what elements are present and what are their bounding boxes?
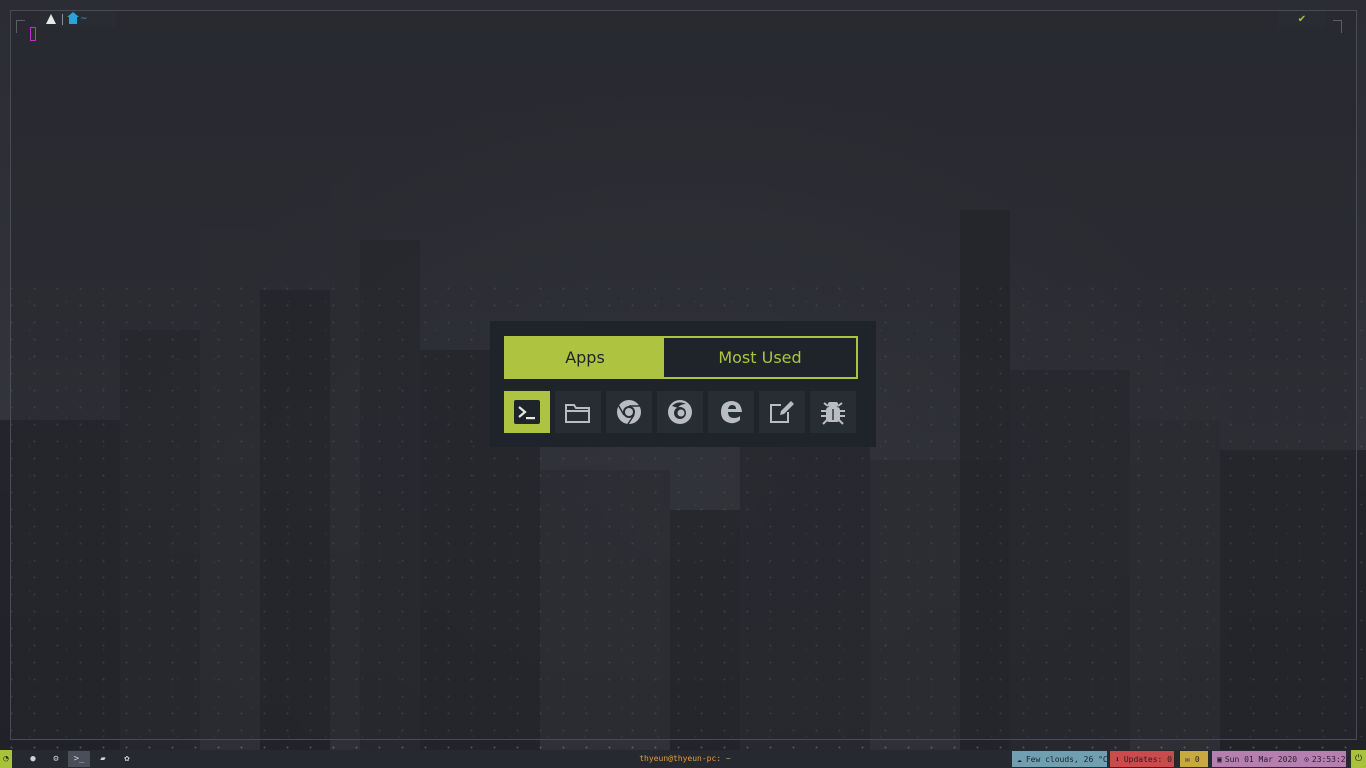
browser-icon: ● bbox=[30, 754, 36, 764]
menu-button[interactable]: ◔ bbox=[0, 750, 12, 768]
window-corner-top-left bbox=[16, 20, 25, 33]
app-debugger[interactable] bbox=[810, 391, 856, 433]
app-edge[interactable] bbox=[708, 391, 754, 433]
arch-linux-icon bbox=[46, 14, 56, 24]
terminal-launcher[interactable]: >_ bbox=[68, 751, 90, 767]
cloud-icon: ☁ bbox=[1017, 754, 1022, 764]
window-corner-top-right bbox=[1333, 20, 1342, 33]
updates-widget[interactable]: ⬇ Updates: 0 bbox=[1110, 751, 1174, 767]
settings-launcher[interactable]: ⚙ bbox=[45, 751, 67, 767]
power-icon: ⏻ bbox=[1354, 754, 1363, 764]
text-editor-icon bbox=[770, 401, 794, 423]
tab-most-used[interactable]: Most Used bbox=[664, 338, 856, 377]
current-directory: ~ bbox=[67, 11, 88, 24]
bug-icon bbox=[821, 402, 845, 425]
folder-icon bbox=[565, 404, 590, 423]
mail-count: 0 bbox=[1194, 754, 1200, 764]
weather-widget[interactable]: ☁ Few clouds, 26 °C bbox=[1012, 751, 1108, 767]
paw-icon: ✿ bbox=[124, 754, 130, 764]
terminal-icon: >_ bbox=[73, 754, 85, 764]
status-indicator[interactable]: ✔ bbox=[1278, 11, 1326, 27]
separator bbox=[62, 13, 63, 25]
browser-launcher[interactable]: ● bbox=[22, 751, 44, 767]
mail-icon: ✉ bbox=[1185, 754, 1190, 764]
chrome-icon bbox=[617, 400, 641, 425]
tab-apps[interactable]: Apps bbox=[506, 338, 664, 377]
home-icon bbox=[67, 11, 79, 24]
menu-icon: ◔ bbox=[3, 754, 9, 764]
firefox-icon bbox=[668, 400, 692, 424]
app-launcher: Apps Most Used bbox=[490, 321, 876, 447]
app-file-manager[interactable] bbox=[555, 391, 601, 433]
terminal-icon bbox=[514, 400, 540, 424]
app-text-editor[interactable] bbox=[759, 391, 805, 433]
mail-widget[interactable]: ✉ 0 bbox=[1180, 751, 1208, 767]
clock-icon: ⊙ bbox=[1304, 754, 1309, 764]
power-button[interactable]: ⏻ bbox=[1351, 750, 1366, 768]
terminal-cursor bbox=[30, 27, 36, 41]
check-icon: ✔ bbox=[1297, 13, 1307, 25]
edge-icon bbox=[721, 401, 742, 424]
files-launcher[interactable]: ▰ bbox=[92, 751, 114, 767]
download-icon: ⬇ bbox=[1115, 754, 1120, 764]
paw-launcher[interactable]: ✿ bbox=[116, 751, 138, 767]
calendar-icon: ▣ bbox=[1217, 754, 1222, 764]
mode-switcher: Apps Most Used bbox=[504, 336, 858, 379]
folder-icon: ▰ bbox=[100, 754, 106, 764]
weather-text: Few clouds, 26 °C bbox=[1025, 754, 1108, 764]
bottom-panel: ◔ ● ⚙ >_ ▰ ✿ thyeun@thyeun-pc: ~ ☁ Few c… bbox=[0, 750, 1366, 768]
workspace-indicator[interactable]: ~ bbox=[40, 11, 116, 27]
time-text: 23:53:27 bbox=[1311, 754, 1351, 764]
app-terminal[interactable] bbox=[504, 391, 550, 433]
active-window-title: thyeun@thyeun-pc: ~ bbox=[639, 754, 731, 763]
clock-widget[interactable]: ▣ Sun 01 Mar 2020 ⊙ 23:53:27 bbox=[1212, 751, 1350, 767]
date-text: Sun 01 Mar 2020 bbox=[1224, 754, 1298, 764]
app-chrome[interactable] bbox=[606, 391, 652, 433]
settings-icon: ⚙ bbox=[53, 754, 59, 764]
directory-path: ~ bbox=[80, 14, 88, 24]
app-list bbox=[504, 391, 856, 433]
app-firefox[interactable] bbox=[657, 391, 703, 433]
updates-text: Updates: 0 bbox=[1123, 754, 1172, 764]
